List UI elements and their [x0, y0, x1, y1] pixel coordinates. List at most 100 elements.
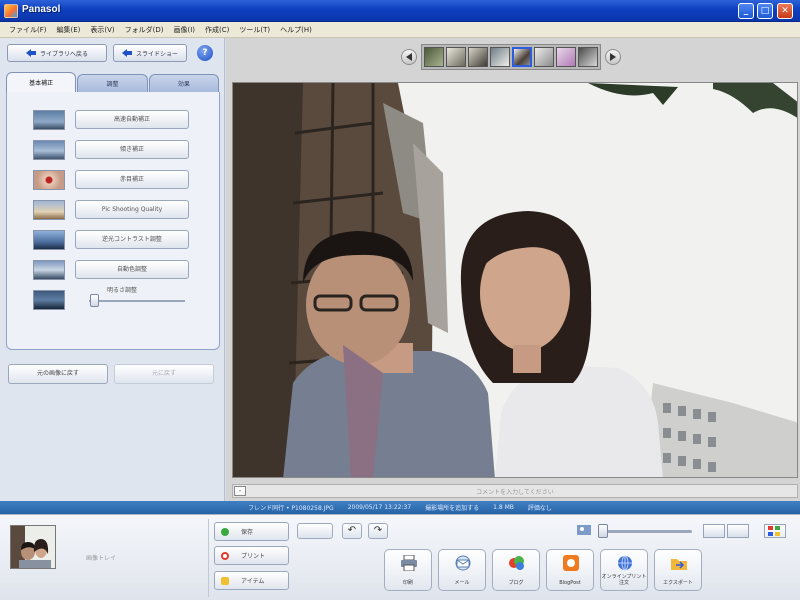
menu-view[interactable]: 表示(V) — [85, 22, 119, 38]
blog-label: ブログ — [508, 580, 524, 586]
slideshow-arrow-icon — [121, 49, 132, 57]
back-to-library-label: ライブラリへ戻る — [39, 50, 88, 58]
auto-fix-button[interactable]: 高速自動補正 — [75, 110, 189, 129]
filmstrip-thumb[interactable] — [556, 47, 576, 67]
zoom-slider-knob[interactable] — [598, 524, 608, 538]
fx-row-straighten: 傾き補正 — [7, 138, 221, 162]
info-location[interactable]: 撮影場所を追加する — [425, 503, 479, 512]
fx-row-backlight: 逆光コントラスト調整 — [7, 228, 221, 252]
info-size: 1.8 MB — [493, 504, 514, 511]
mail-label: メール — [454, 580, 470, 586]
next-icon[interactable] — [605, 49, 621, 65]
back-to-library-button[interactable]: ライブラリへ戻る — [7, 44, 107, 62]
quality-preview-icon — [33, 200, 65, 220]
blogpost-label: BlogPost — [559, 580, 581, 586]
red-eye-preview-icon — [33, 170, 65, 190]
mail-button[interactable]: メール — [438, 549, 486, 591]
title-bar: Panasol _ □ ✕ — [0, 0, 800, 22]
shooting-quality-button[interactable]: Pic Shooting Quality — [75, 200, 189, 219]
back-arrow-icon — [25, 49, 36, 57]
item-icon — [221, 576, 229, 585]
auto-fix-preview-icon — [33, 110, 65, 130]
revert-original-button[interactable]: 元の画像に戻す — [8, 364, 108, 384]
backlight-contrast-button[interactable]: 逆光コントラスト調整 — [75, 230, 189, 249]
filmstrip-thumb[interactable] — [446, 47, 466, 67]
filmstrip-thumb-selected[interactable] — [512, 47, 532, 67]
close-button[interactable]: ✕ — [777, 3, 793, 19]
brightness-label: 明るさ調整 — [107, 287, 138, 294]
tab-effects[interactable]: 効果 — [148, 74, 219, 92]
export-button[interactable]: エクスポート — [654, 549, 702, 591]
menu-tools[interactable]: ツール(T) — [234, 22, 275, 38]
filmstrip-thumb[interactable] — [468, 47, 488, 67]
single-view-button[interactable] — [703, 524, 725, 538]
red-eye-button[interactable]: 赤目補正 — [75, 170, 189, 189]
minimize-button[interactable]: _ — [738, 3, 754, 19]
online-print-icon — [618, 555, 632, 571]
filmstrip-thumb[interactable] — [578, 47, 598, 67]
main-photo — [232, 82, 798, 478]
tray-label: 画像トレイ — [86, 555, 117, 562]
fx-row-color: 自動色調整 — [7, 258, 221, 282]
menu-help[interactable]: ヘルプ(H) — [275, 22, 317, 38]
comment-bar[interactable]: - コメントを入力してください — [232, 484, 798, 498]
menu-edit[interactable]: 編集(E) — [52, 22, 86, 38]
edit-panel: ライブラリへ戻る スライドショー ? 基本補正 調整 効果 高速自動補正 傾き補… — [0, 38, 225, 501]
filmstrip — [401, 44, 621, 70]
undo-button[interactable]: 元に戻す — [114, 364, 214, 384]
blog-icon — [509, 556, 524, 570]
tab-adjust[interactable]: 調整 — [77, 74, 148, 92]
rotate-right-button[interactable]: ↷ — [368, 523, 388, 539]
online-print-label: オンラインプリント注文 — [601, 574, 647, 586]
save-button[interactable]: 保存 — [214, 522, 289, 541]
blog-button[interactable]: ブログ — [492, 549, 540, 591]
fx-row-quality: Pic Shooting Quality — [7, 198, 221, 222]
print-icon — [221, 551, 229, 560]
menu-folder[interactable]: フォルダ(D) — [120, 22, 169, 38]
blogpost-button[interactable]: BlogPost — [546, 549, 594, 591]
blank-button[interactable] — [297, 523, 333, 539]
window-title: Panasol — [22, 4, 61, 15]
info-date: 2009/05/17 13:22:37 — [347, 504, 412, 511]
export-icon — [671, 559, 687, 570]
grid-view-button[interactable] — [764, 524, 786, 538]
slideshow-button[interactable]: スライドショー — [113, 44, 187, 62]
online-print-button[interactable]: オンラインプリント注文 — [600, 549, 648, 591]
item-button[interactable]: アイテム — [214, 571, 289, 590]
info-filename: フレンド同行 • P1080258.JPG — [248, 505, 334, 512]
brightness-slider-track[interactable] — [89, 300, 185, 302]
tray-separator — [208, 519, 209, 597]
filmstrip-thumbs — [421, 44, 601, 70]
compare-view-button[interactable] — [727, 524, 749, 538]
menu-file[interactable]: ファイル(F) — [4, 22, 52, 38]
rotate-left-button[interactable]: ↶ — [342, 523, 362, 539]
straighten-button[interactable]: 傾き補正 — [75, 140, 189, 159]
blogpost-icon — [563, 555, 579, 571]
filmstrip-thumb[interactable] — [424, 47, 444, 67]
comment-placeholder: コメントを入力してください — [476, 489, 554, 496]
help-icon[interactable]: ? — [197, 45, 213, 61]
menu-create[interactable]: 作成(C) — [200, 22, 234, 38]
tray-thumbnail[interactable] — [10, 525, 56, 569]
printer-button[interactable]: 印刷 — [384, 549, 432, 591]
print-button[interactable]: プリント — [214, 546, 289, 565]
tab-basic[interactable]: 基本補正 — [6, 72, 77, 92]
auto-color-button[interactable]: 自動色調整 — [75, 260, 189, 279]
brightness-slider-knob[interactable] — [90, 294, 99, 307]
zoom-slider-track[interactable] — [600, 530, 692, 533]
fx-row-auto: 高速自動補正 — [7, 108, 221, 132]
photo-size-icon — [576, 523, 592, 539]
save-label: 保存 — [241, 529, 254, 536]
menu-image[interactable]: 画像(I) — [169, 22, 201, 38]
straighten-preview-icon — [33, 140, 65, 160]
export-label: エクスポート — [663, 580, 693, 586]
maximize-button[interactable]: □ — [757, 3, 773, 19]
printer-label: 印刷 — [402, 580, 413, 586]
color-adjust-preview-icon — [33, 260, 65, 280]
filmstrip-thumb[interactable] — [534, 47, 554, 67]
filmstrip-thumb[interactable] — [490, 47, 510, 67]
prev-icon[interactable] — [401, 49, 417, 65]
brightness-preview-icon — [33, 290, 65, 310]
print-label: プリント — [241, 553, 266, 560]
tab-content: 高速自動補正 傾き補正 赤目補正 Pic Shooting Quality 逆光… — [6, 92, 220, 350]
